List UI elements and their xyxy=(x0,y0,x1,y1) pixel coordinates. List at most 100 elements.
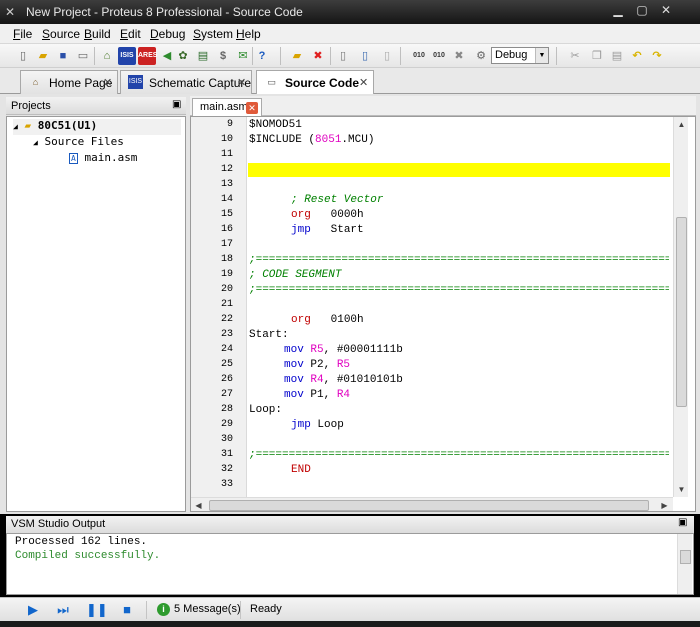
minimize-icon[interactable]: ▁ xyxy=(606,2,630,20)
panel-float-icon[interactable]: ▣ xyxy=(678,517,687,528)
bill-of-materials-icon[interactable]: $ xyxy=(214,47,232,65)
info-icon[interactable]: i xyxy=(157,603,170,616)
tree-item-mcu[interactable]: ◢ ▰ 80C51(U1) xyxy=(13,119,181,135)
code-line: ; CODE SEGMENT xyxy=(249,269,342,281)
gerber-viewer-icon[interactable]: ✿ xyxy=(174,47,192,65)
editor-tab-main-asm[interactable]: main.asm ✕ xyxy=(192,98,262,116)
menu-system[interactable]: System xyxy=(193,27,233,41)
tab-home-page[interactable]: ⌂ Home Page ✕ xyxy=(20,70,118,94)
add-files-icon[interactable]: ▰ xyxy=(288,47,306,65)
build-project-icon[interactable]: 010 xyxy=(410,47,428,65)
menu-edit[interactable]: Edit xyxy=(120,27,141,41)
build-configuration-select[interactable]: Debug ▼ xyxy=(491,47,549,64)
design-explorer-icon[interactable]: ▤ xyxy=(194,47,212,65)
menu-source[interactable]: Source xyxy=(42,27,80,41)
ares-icon[interactable]: ARES xyxy=(138,47,157,65)
home-page-icon[interactable]: ⌂ xyxy=(98,47,116,65)
scroll-thumb[interactable] xyxy=(680,550,691,564)
close-project-icon[interactable]: ▭ xyxy=(74,47,92,65)
tab-source-code[interactable]: ▭ Source Code ✕ xyxy=(256,70,374,95)
cut-icon[interactable]: ✂ xyxy=(566,47,584,65)
new-source-file-icon[interactable]: ▯ xyxy=(334,47,352,65)
status-text: Ready xyxy=(250,603,282,615)
scroll-thumb[interactable] xyxy=(676,217,687,407)
code-line: ;=======================================… xyxy=(249,254,669,266)
line-number: 9 xyxy=(226,119,233,130)
copy-icon[interactable]: ❐ xyxy=(588,47,606,65)
close-icon[interactable]: ✕ xyxy=(246,102,258,114)
line-number: 11 xyxy=(220,149,233,160)
scroll-down-icon[interactable]: ▼ xyxy=(674,482,689,497)
tab-close-icon[interactable]: ✕ xyxy=(359,76,368,89)
menu-debug[interactable]: Debug xyxy=(150,27,185,41)
rebuild-project-icon[interactable]: 010 xyxy=(430,47,448,65)
menu-help[interactable]: Help xyxy=(236,27,261,41)
step-icon[interactable]: ⏭ xyxy=(54,601,72,619)
remove-files-icon[interactable]: ✖ xyxy=(309,47,327,65)
output-vertical-scrollbar[interactable] xyxy=(677,534,692,594)
help-icon[interactable]: ? xyxy=(253,47,271,65)
window-frame xyxy=(0,621,700,627)
line-number: 10 xyxy=(220,134,233,145)
output-panel-title: VSM Studio Output xyxy=(11,518,106,530)
play-icon[interactable]: ▶ xyxy=(24,601,42,619)
menu-build[interactable]: Build xyxy=(84,27,111,41)
line-number: 14 xyxy=(220,194,233,205)
code-line: org 0100h xyxy=(291,314,364,326)
export-file-icon[interactable]: ▯ xyxy=(378,47,396,65)
paste-icon[interactable]: ▤ xyxy=(608,47,626,65)
line-number: 31 xyxy=(220,449,233,460)
tree-expand-icon[interactable]: ◢ xyxy=(13,122,18,131)
projects-tree: ◢ ▰ 80C51(U1) ◢ Source Files A main.asm xyxy=(6,116,186,512)
import-file-icon[interactable]: ▯ xyxy=(356,47,374,65)
chevron-down-icon[interactable]: ▼ xyxy=(535,48,548,63)
message-count[interactable]: 5 Message(s) xyxy=(174,603,241,615)
tab-schematic-capture[interactable]: ISIS Schematic Capture ✕ xyxy=(120,70,252,94)
code-line: $NOMOD51 xyxy=(249,119,302,131)
tab-close-icon[interactable]: ✕ xyxy=(237,76,246,89)
line-number: 21 xyxy=(220,299,233,310)
current-line-highlight xyxy=(248,163,670,177)
editor-tabstrip: main.asm ✕ xyxy=(190,96,696,116)
tree-item-mcu-label: 80C51(U1) xyxy=(37,119,98,132)
new-file-icon[interactable]: ▯ xyxy=(14,47,32,65)
output-panel-header: VSM Studio Output ▣ xyxy=(6,516,694,533)
scroll-right-icon[interactable]: ▶ xyxy=(657,498,672,511)
toolbar-separator xyxy=(94,47,95,65)
isis-icon[interactable]: ISIS xyxy=(118,47,136,65)
tab-schematic-capture-label: Schematic Capture xyxy=(149,76,252,90)
folder-icon: ▰ xyxy=(24,119,32,132)
undo-icon[interactable]: ↶ xyxy=(628,47,646,65)
pause-icon[interactable]: ❚❚ xyxy=(86,601,108,619)
line-number: 18 xyxy=(220,254,233,265)
scroll-left-icon[interactable]: ◀ xyxy=(191,498,206,511)
editor-horizontal-scrollbar[interactable]: ◀ ▶ xyxy=(191,497,673,511)
code-editor[interactable]: 9 10 11 12 13 14 15 16 17 18 19 20 21 22… xyxy=(190,116,696,512)
scroll-up-icon[interactable]: ▲ xyxy=(674,117,689,132)
menu-file[interactable]: File xyxy=(13,27,32,41)
tab-close-icon[interactable]: ✕ xyxy=(103,76,112,89)
scroll-thumb[interactable] xyxy=(209,500,649,511)
proteus-app-icon[interactable]: ✕ xyxy=(5,5,19,19)
source-code-icon: ▭ xyxy=(267,77,276,87)
stop-icon[interactable]: ■ xyxy=(118,601,136,619)
editor-tab-label: main.asm xyxy=(200,101,248,113)
close-icon[interactable]: ✕ xyxy=(654,2,678,20)
redo-icon[interactable]: ↷ xyxy=(648,47,666,65)
panel-float-icon[interactable]: ▣ xyxy=(172,99,181,110)
tree-item-main-asm[interactable]: A main.asm xyxy=(69,151,137,167)
configuration-icon[interactable]: ⚙ xyxy=(472,47,490,65)
tree-item-source-files[interactable]: ◢ Source Files xyxy=(33,135,124,151)
clean-project-icon[interactable]: ✖ xyxy=(450,47,468,65)
open-folder-icon[interactable]: ▰ xyxy=(34,47,52,65)
line-number: 12 xyxy=(220,164,233,175)
code-line: ;=======================================… xyxy=(249,284,669,296)
line-number-gutter: 9 10 11 12 13 14 15 16 17 18 19 20 21 22… xyxy=(191,117,247,497)
line-number: 30 xyxy=(220,434,233,445)
source-code-toolbar-icon[interactable]: ✉ xyxy=(234,47,252,65)
output-line-success: Compiled successfully. xyxy=(15,550,161,562)
maximize-icon[interactable]: ▢ xyxy=(630,2,654,20)
save-icon[interactable]: ■ xyxy=(54,47,72,65)
editor-vertical-scrollbar[interactable]: ▲ ▼ xyxy=(673,117,688,497)
tree-expand-icon[interactable]: ◢ xyxy=(33,138,38,147)
